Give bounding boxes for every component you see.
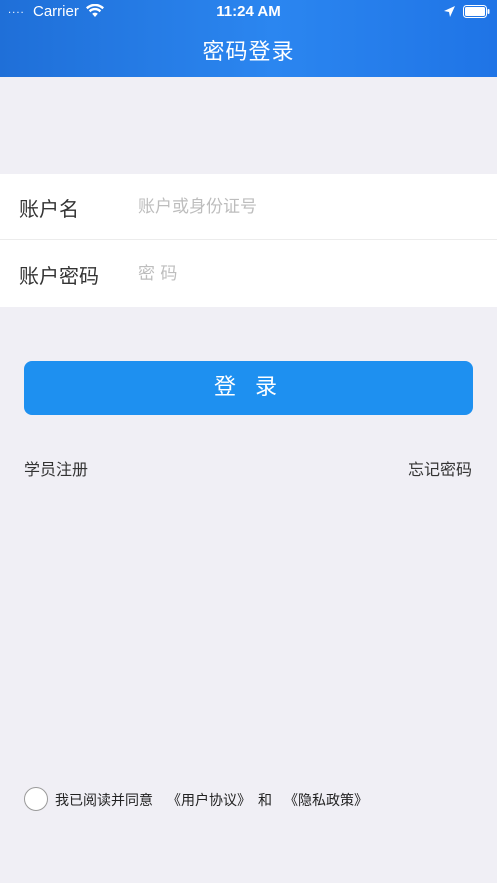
- password-input[interactable]: [138, 255, 468, 293]
- page-title: 密码登录: [202, 40, 295, 65]
- status-bar: .... Carrier 11:24 AM: [0, 0, 497, 24]
- privacy-policy-link[interactable]: 《隐私政策》: [284, 790, 368, 810]
- login-form: 账户名 账户密码: [0, 174, 497, 307]
- account-label: 账户名: [19, 197, 79, 221]
- agreement-row: 我已阅读并同意 《用户协议》 和 《隐私政策》: [24, 787, 464, 811]
- password-label: 账户密码: [19, 264, 99, 288]
- forgot-password-link[interactable]: 忘记密码: [408, 456, 472, 480]
- password-row: 账户密码: [0, 241, 497, 307]
- register-link[interactable]: 学员注册: [24, 456, 88, 480]
- header: .... Carrier 11:24 AM 密码登录: [0, 0, 497, 77]
- status-time: 11:24 AM: [216, 3, 281, 20]
- agree-and-text: 和: [258, 793, 272, 809]
- login-button[interactable]: 登 录: [24, 361, 473, 415]
- account-input[interactable]: [138, 188, 468, 226]
- account-row: 账户名: [0, 174, 497, 240]
- agree-checkbox[interactable]: [24, 787, 48, 811]
- location-icon: [444, 6, 455, 17]
- agree-text: 我已阅读并同意: [55, 793, 153, 809]
- battery-icon: [463, 5, 490, 18]
- user-agreement-link[interactable]: 《用户协议》: [167, 790, 251, 810]
